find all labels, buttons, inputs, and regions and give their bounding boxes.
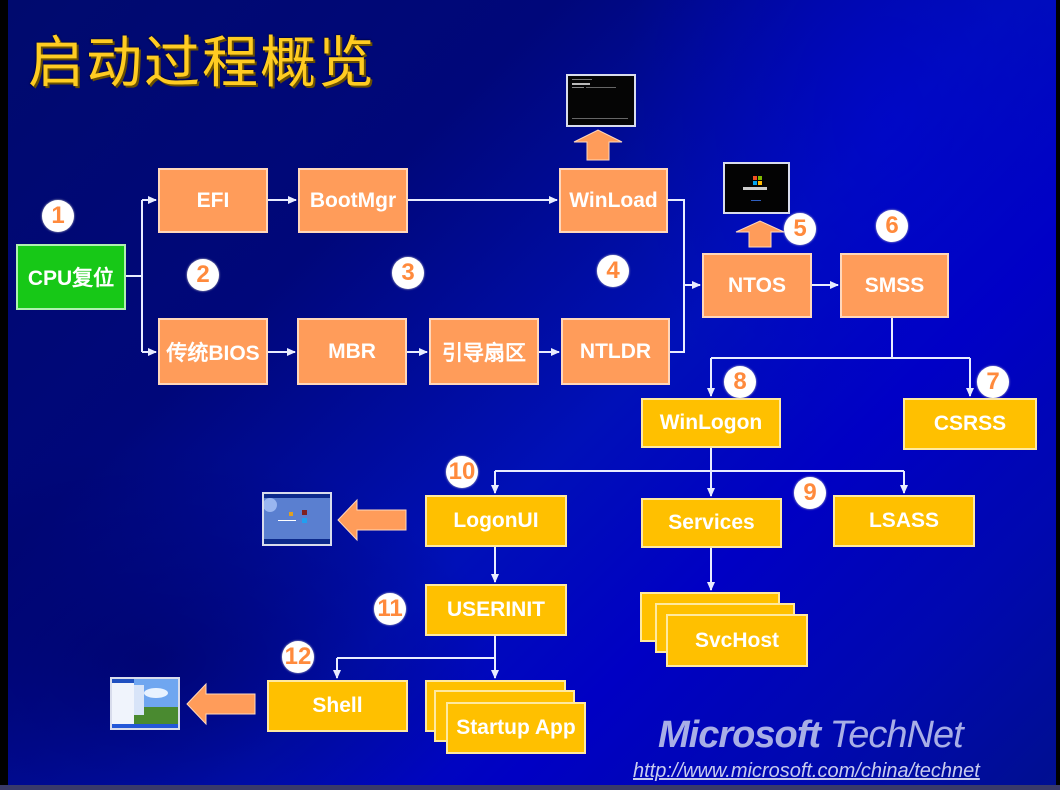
node-winlogon: WinLogon bbox=[641, 398, 781, 448]
node-userinit: USERINIT bbox=[425, 584, 567, 636]
node-ntldr: NTLDR bbox=[561, 318, 670, 385]
node-shell: Shell bbox=[267, 680, 408, 732]
connector-userinit-split bbox=[337, 636, 496, 659]
step-badge-8: 8 bbox=[724, 366, 756, 398]
up-arrow-winload-icon bbox=[573, 129, 623, 161]
connector-cpu-split bbox=[126, 200, 143, 352]
boot-console-thumbnail bbox=[566, 74, 636, 127]
step-badge-5: 5 bbox=[784, 213, 816, 245]
microsoft-technet-logo: Microsoft TechNet bbox=[658, 714, 964, 757]
logo-product: TechNet bbox=[829, 714, 964, 756]
node-legacy-bios: 传统BIOS bbox=[158, 318, 268, 385]
node-bootmgr: BootMgr bbox=[298, 168, 408, 233]
windows-logo-icon bbox=[743, 176, 767, 201]
connector-winload-ntldr-merge bbox=[668, 199, 685, 353]
step-badge-12: 12 bbox=[282, 641, 314, 673]
step-badge-6: 6 bbox=[876, 210, 908, 242]
bottom-border bbox=[0, 785, 1060, 790]
node-svchost: SvcHost bbox=[666, 614, 808, 667]
node-services: Services bbox=[641, 498, 782, 548]
step-badge-1: 1 bbox=[42, 200, 74, 232]
step-badge-7: 7 bbox=[977, 366, 1009, 398]
up-arrow-ntos-icon bbox=[735, 220, 785, 248]
welcome-screen-icon bbox=[264, 494, 330, 544]
node-lsass: LSASS bbox=[833, 495, 975, 547]
step-badge-11: 11 bbox=[374, 593, 406, 625]
node-mbr: MBR bbox=[297, 318, 407, 385]
node-cpu-reset: CPU复位 bbox=[16, 244, 126, 310]
node-efi: EFI bbox=[158, 168, 268, 233]
technet-url-link[interactable]: http://www.microsoft.com/china/technet bbox=[633, 760, 980, 783]
slide: 启动过程概览 CPU复位 EFI BootMgr WinLoad 传统BIOS … bbox=[8, 0, 1056, 785]
connector-winlogon-split bbox=[495, 448, 904, 472]
node-ntos: NTOS bbox=[702, 253, 812, 318]
xp-desktop-icon bbox=[112, 679, 178, 728]
node-startup-app: Startup App bbox=[446, 702, 586, 754]
logo-brand: Microsoft bbox=[658, 714, 821, 756]
console-text-icon bbox=[572, 79, 628, 119]
node-logonui: LogonUI bbox=[425, 495, 567, 547]
step-badge-2: 2 bbox=[187, 259, 219, 291]
step-badge-9: 9 bbox=[794, 477, 826, 509]
left-arrow-shell-icon bbox=[186, 682, 256, 726]
left-arrow-logonui-icon bbox=[337, 498, 407, 542]
logonui-thumbnail bbox=[262, 492, 332, 546]
step-badge-10: 10 bbox=[446, 456, 478, 488]
node-csrss: CSRSS bbox=[903, 398, 1037, 450]
node-boot-sector: 引导扇区 bbox=[429, 318, 539, 385]
step-badge-4: 4 bbox=[597, 255, 629, 287]
connector-smss-split bbox=[711, 318, 970, 359]
xp-boot-thumbnail bbox=[723, 162, 790, 214]
node-winload: WinLoad bbox=[559, 168, 668, 233]
desktop-thumbnail bbox=[110, 677, 180, 730]
connectors bbox=[126, 129, 974, 726]
node-smss: SMSS bbox=[840, 253, 949, 318]
step-badge-3: 3 bbox=[392, 257, 424, 289]
